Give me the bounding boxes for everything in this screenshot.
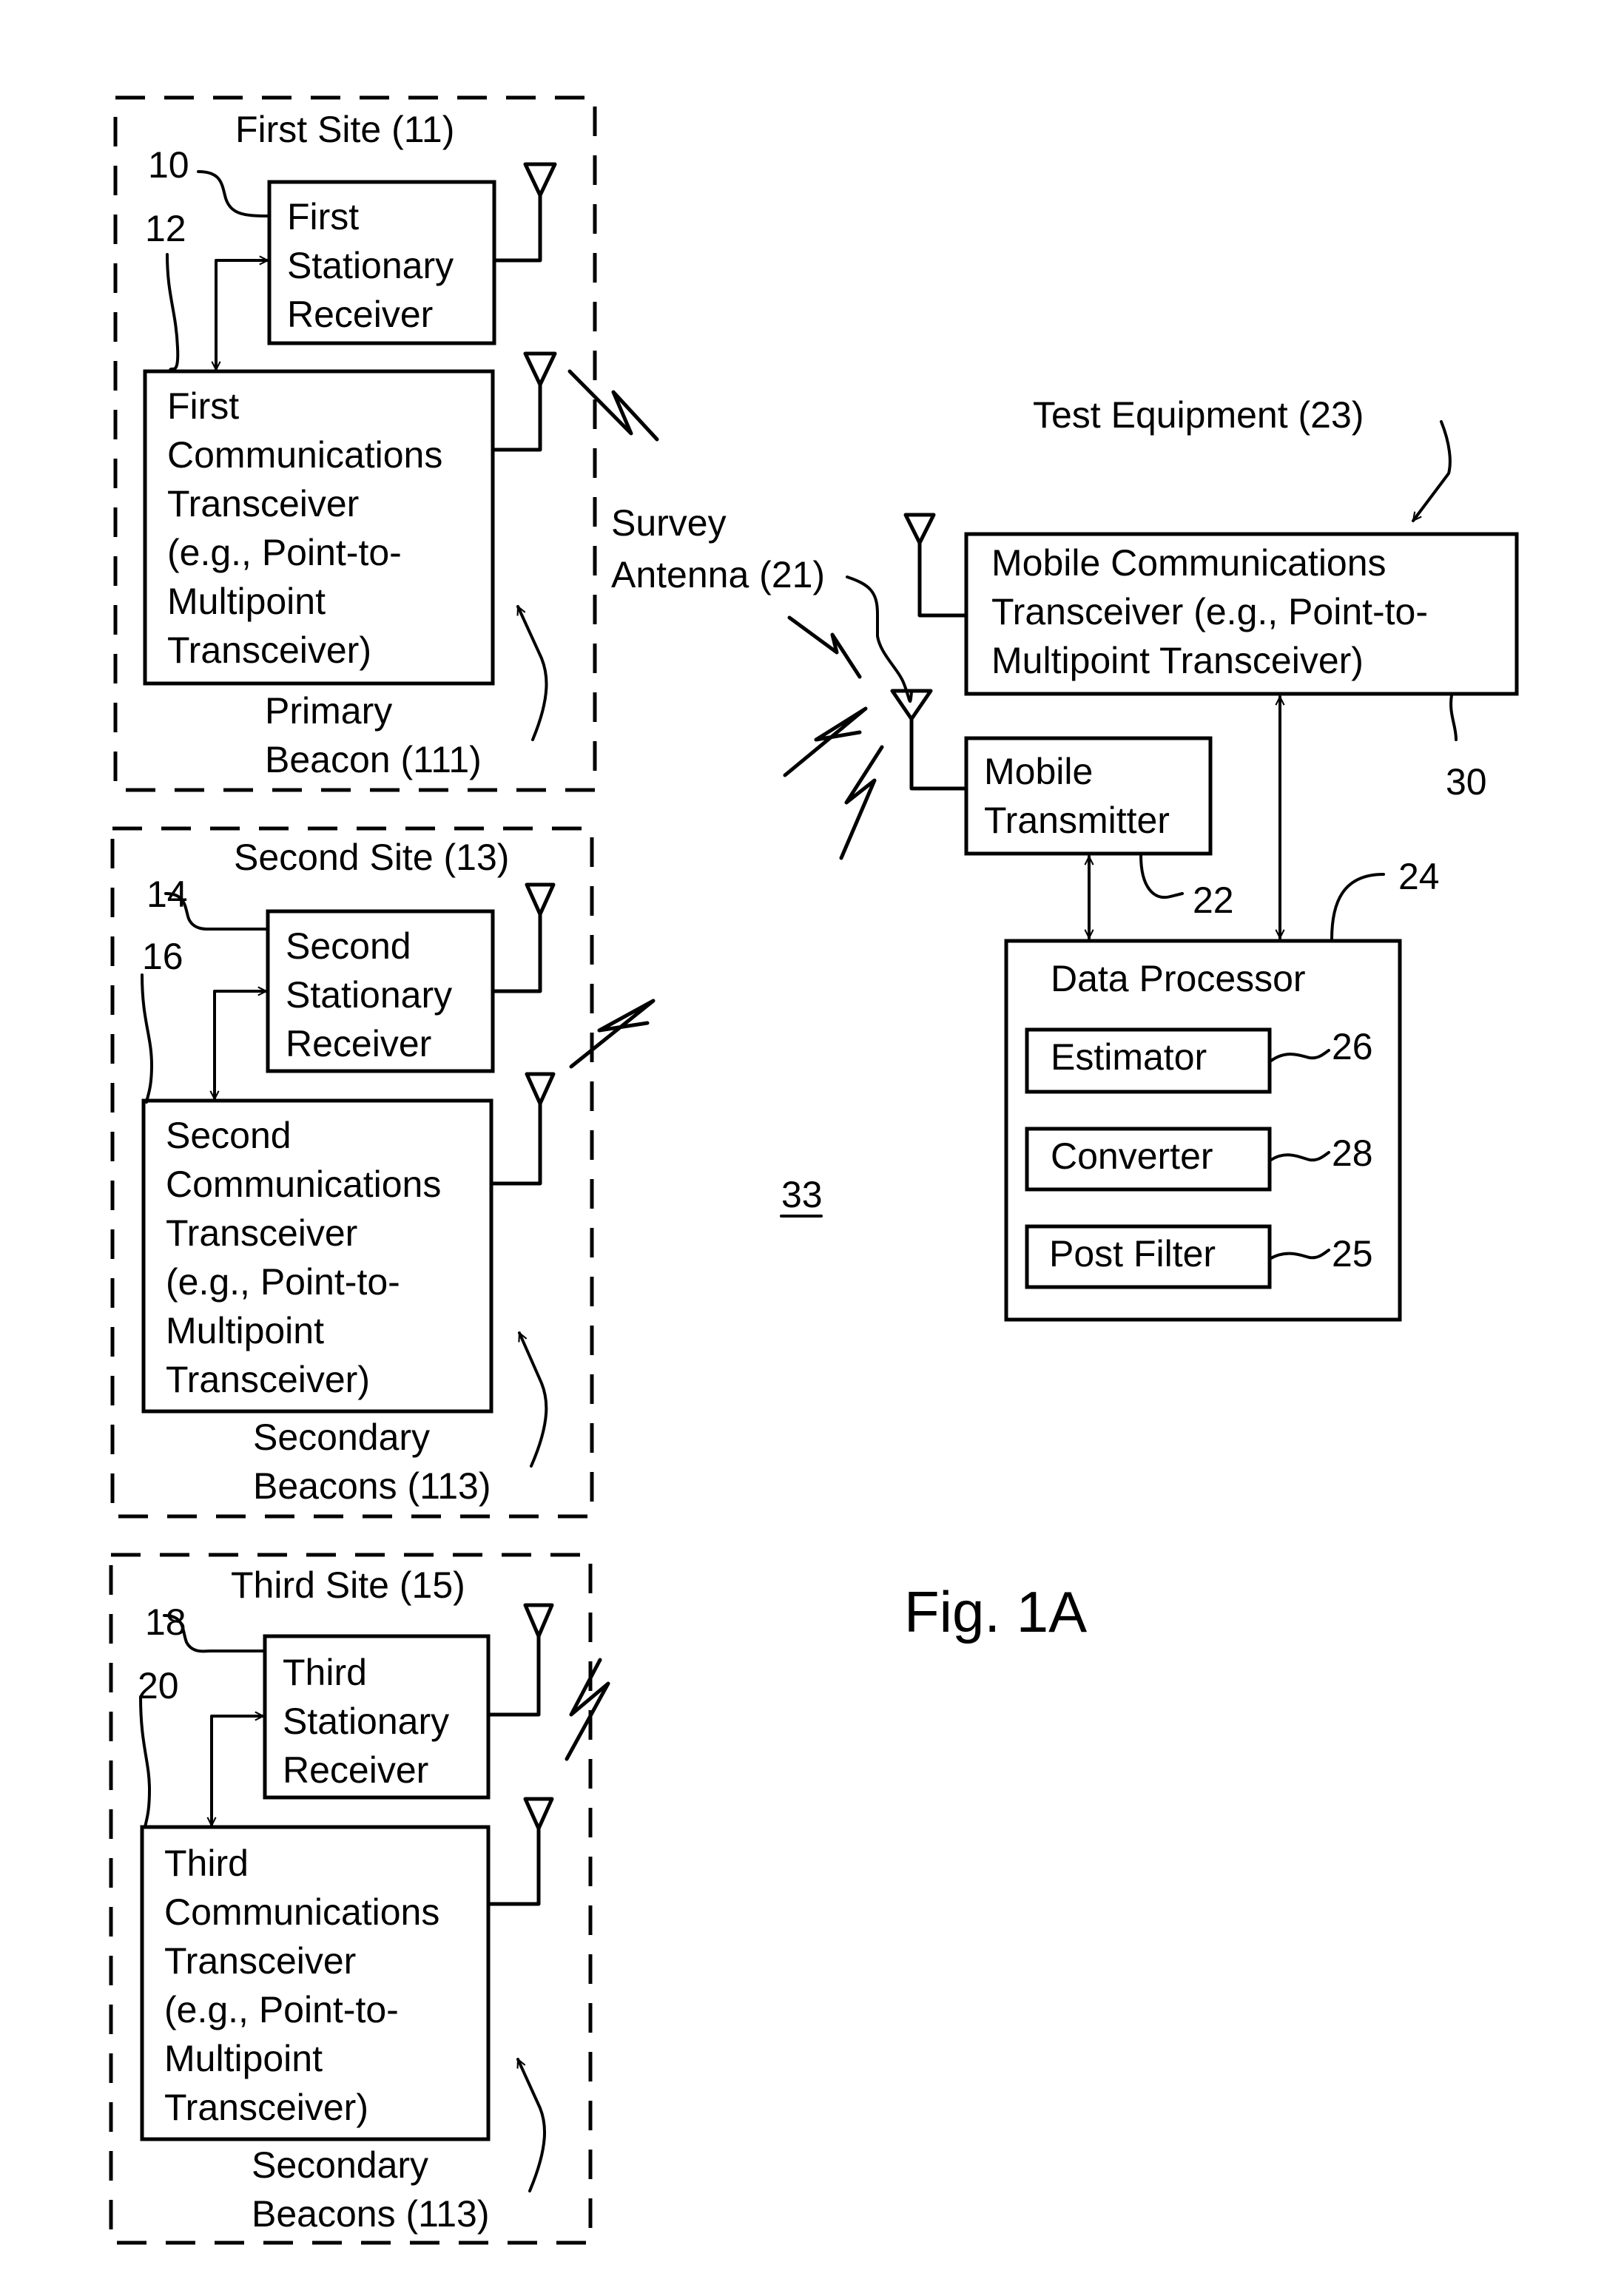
estimator-leader [1270,1049,1330,1062]
second-receiver-antenna-icon [491,882,556,993]
third-transceiver-leader [139,1695,151,1829]
incoming-signal-2-icon [783,706,868,777]
first-link-arrow [216,260,269,371]
first-receiver-leader [197,170,271,217]
second-transceiver-antenna-icon [489,1072,556,1186]
third-beacon-arrow [516,2059,546,2192]
first-stationary-receiver-label: First Stationary Receiver [287,196,464,335]
first-beacon-arrow [516,607,548,741]
patent-figure-canvas: First Site (11) 10 12 First Stationary R… [109,95,1519,2245]
estimator-ref: 26 [1332,1026,1373,1067]
post-filter-leader [1268,1249,1330,1260]
third-communications-transceiver-label: Third Communications Transceiver (e.g., … [164,1843,450,2128]
third-transceiver-antenna-icon [486,1797,554,1906]
second-site-title: Second Site (13) [234,837,509,878]
system-ref-number: 33 [781,1174,823,1215]
third-site-wireless-signal-icon [565,1658,610,1761]
second-beacon-label: Secondary Beacons (113) [253,1417,491,1507]
mobile-transmitter-ref: 22 [1193,879,1234,921]
data-processor-ref: 24 [1398,856,1440,897]
mobile-transmitter-label: Mobile Transmitter [984,751,1170,841]
converter-ref: 28 [1332,1132,1373,1174]
third-receiver-antenna-icon [486,1603,554,1717]
second-site-wireless-signal-icon [569,999,656,1069]
first-communications-transceiver-label: First Communications Transceiver (e.g., … [167,385,453,671]
first-transceiver-antenna-icon [491,351,557,452]
first-beacon-label: Primary Beacon (111) [265,690,482,780]
first-receiver-antenna-icon [492,162,557,263]
mobile-transceiver-ref: 30 [1446,761,1487,803]
test-equipment-arrow [1412,420,1452,522]
first-receiver-ref: 10 [148,144,189,186]
converter-label: Converter [1051,1135,1213,1177]
second-stationary-receiver-label: Second Stationary Receiver [286,925,462,1064]
data-processor-leader [1330,873,1385,941]
second-communications-transceiver-label: Second Communications Transceiver (e.g.,… [166,1115,451,1400]
data-processor-title: Data Processor [1051,958,1306,999]
converter-leader [1270,1151,1330,1162]
estimator-label: Estimator [1051,1036,1207,1078]
figure-caption: Fig. 1A [904,1579,1087,1644]
second-site-group: Second Site (13) 14 16 Second Stationary… [110,826,594,1519]
survey-antenna-leader [846,575,913,703]
third-link-arrow [212,1716,265,1827]
first-site-group: First Site (11) 10 12 First Stationary R… [113,95,597,792]
third-transceiver-ref: 20 [138,1665,179,1706]
third-site-group: Third Site (15) 18 20 Third Stationary R… [109,1553,593,2245]
first-site-wireless-signal-icon [567,369,659,442]
third-stationary-receiver-label: Third Stationary Receiver [283,1652,459,1791]
second-link-arrow [215,991,268,1101]
first-transceiver-ref: 12 [145,208,186,249]
first-site-title: First Site (11) [235,109,454,150]
third-site-title: Third Site (15) [231,1564,465,1606]
mobile-transmitter-leader [1139,854,1184,899]
second-beacon-arrow [518,1333,548,1468]
mobile-transceiver-antenna-icon [903,513,968,618]
mobile-communications-transceiver-label: Mobile Communications Transceiver (e.g.,… [991,542,1438,681]
second-transceiver-leader [141,973,153,1104]
mobile-transceiver-leader [1449,694,1458,741]
post-filter-ref: 25 [1332,1233,1373,1274]
survey-antenna-icon [890,689,968,791]
incoming-signal-1-icon [787,615,862,679]
first-transceiver-leader [166,253,180,371]
third-beacon-label: Secondary Beacons (113) [252,2144,489,2235]
survey-antenna-label: Survey Antenna (21) [611,502,825,595]
post-filter-label: Post Filter [1049,1233,1216,1274]
incoming-signal-3-icon [839,745,884,860]
test-equipment-label: Test Equipment (23) [1033,394,1364,436]
second-transceiver-ref: 16 [142,936,183,977]
